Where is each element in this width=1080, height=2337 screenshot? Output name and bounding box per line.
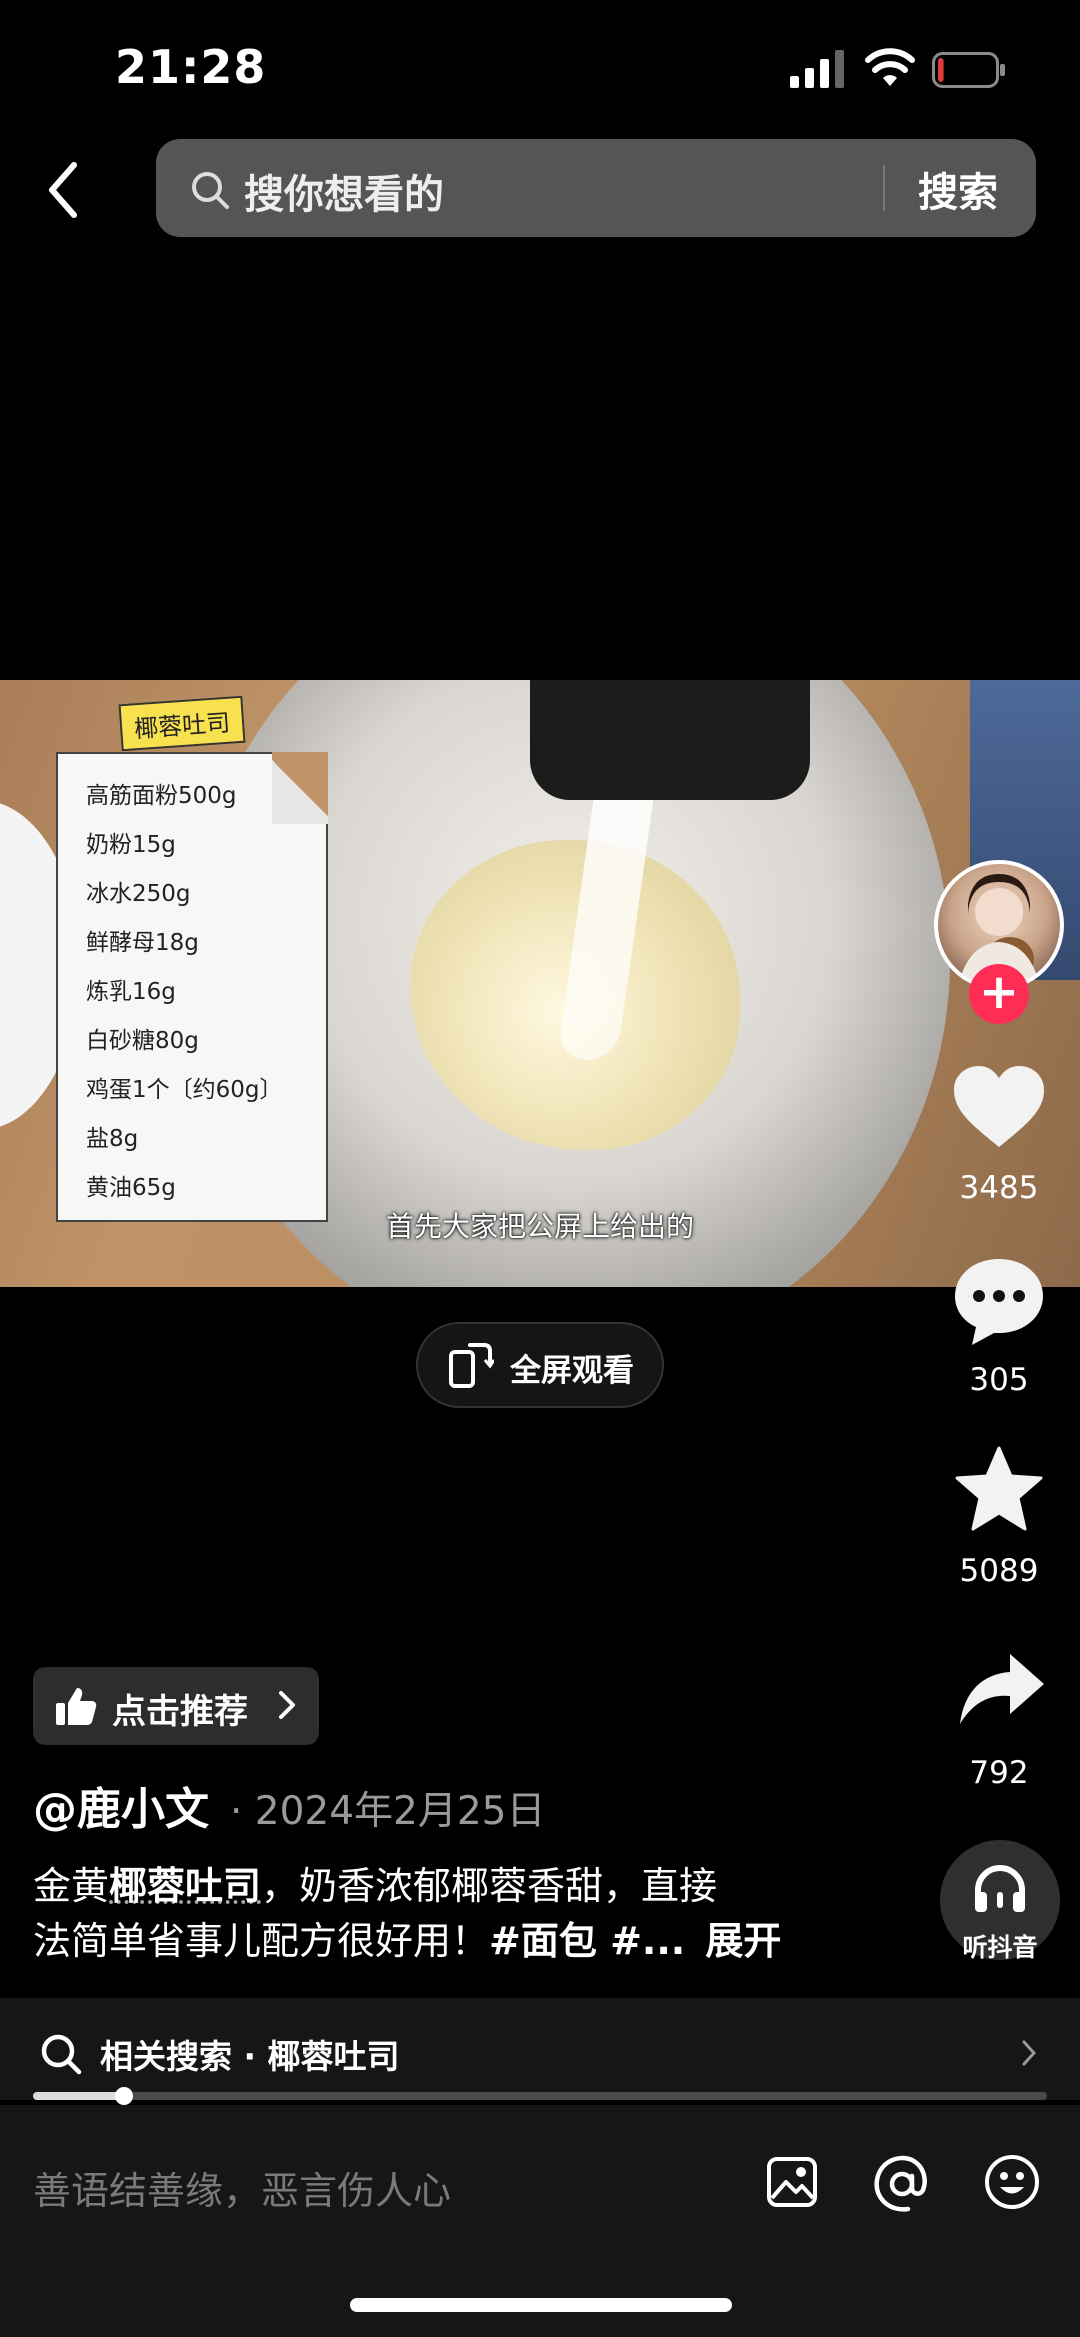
back-button[interactable] — [40, 155, 90, 225]
video-progress-fill — [33, 2092, 125, 2100]
comment-input[interactable]: 善语结善缘，恶言伤人心 — [33, 2160, 451, 2215]
chevron-right-icon — [279, 1691, 295, 1719]
author-name[interactable]: @鹿小文 — [33, 1773, 209, 1837]
comment-icon[interactable] — [952, 1255, 1046, 1349]
follow-button[interactable]: + — [969, 964, 1029, 1024]
video-subtitle: 首先大家把公屏上给出的 — [385, 1210, 694, 1243]
comment-count: 305 — [969, 1362, 1029, 1398]
headphones-icon — [975, 1865, 1025, 1912]
share-icon[interactable] — [958, 1652, 1046, 1728]
search-icon — [41, 2034, 82, 2075]
emoji-icon[interactable] — [984, 2154, 1040, 2210]
description-line-1: 金黄椰蓉吐司，奶香浓郁椰蓉香甜，直接 — [33, 1855, 717, 1910]
desc-text: 法简单省事儿配方很好用！ — [33, 1919, 490, 1963]
ingredient-item: 鲜酵母18g — [86, 930, 199, 956]
recipe-title-tag: 椰蓉吐司 — [118, 695, 246, 752]
fullscreen-label: 全屏观看 — [510, 1353, 634, 1389]
favorite-count: 5089 — [959, 1553, 1039, 1589]
ingredient-item: 盐8g — [86, 1126, 139, 1152]
search-button[interactable]: 搜索 — [918, 160, 998, 218]
post-date: · 2024年2月25日 — [230, 1789, 546, 1834]
ingredient-item: 白砂糖80g — [86, 1028, 199, 1054]
expand-button[interactable]: 展开 — [705, 1919, 781, 1963]
search-input[interactable]: 搜你想看的 — [244, 162, 444, 220]
status-time: 21:28 — [115, 40, 267, 94]
thumbs-up-icon — [56, 1688, 97, 1725]
desc-keyword-link[interactable]: 椰蓉吐司 — [109, 1864, 261, 1908]
ingredient-item: 黄油65g — [86, 1175, 176, 1201]
desc-text: 金黄 — [33, 1864, 110, 1908]
description-line-2: 法简单省事儿配方很好用！#面包 #... 展开 — [33, 1910, 781, 1965]
pouring-jug — [530, 680, 810, 800]
video-player[interactable]: 椰蓉吐司 高筋面粉500g 奶粉15g 冰水250g 鲜酵母18g 炼乳16g … — [0, 680, 1080, 1287]
star-icon[interactable] — [954, 1446, 1044, 1532]
video-progress-handle[interactable] — [115, 2087, 134, 2105]
image-icon[interactable] — [766, 2156, 818, 2208]
heart-icon[interactable] — [952, 1065, 1046, 1149]
rotate-screen-icon — [449, 1343, 494, 1388]
wifi-icon — [865, 48, 915, 86]
search-divider — [883, 165, 885, 211]
desc-text: ，奶香浓郁椰蓉香甜，直接 — [261, 1864, 718, 1908]
video-progress-bar[interactable] — [33, 2092, 1047, 2100]
related-search-label: 相关搜索 · 椰蓉吐司 — [100, 2037, 400, 2076]
ingredient-item: 高筋面粉500g — [86, 783, 237, 809]
signal-icon — [790, 50, 844, 88]
share-count: 792 — [969, 1755, 1029, 1791]
like-count: 3485 — [959, 1170, 1039, 1206]
ingredient-item: 鸡蛋1个〔约60g〕 — [86, 1077, 283, 1103]
home-indicator — [350, 2298, 732, 2312]
at-mention-icon[interactable] — [872, 2154, 932, 2214]
battery-icon — [932, 52, 1005, 88]
search-icon — [192, 172, 229, 209]
ingredient-item: 炼乳16g — [86, 979, 176, 1005]
chevron-right-icon — [1022, 2040, 1036, 2066]
listen-label: 听抖音 — [962, 1933, 1038, 1962]
recipe-card-fold — [272, 752, 328, 824]
ingredient-item: 奶粉15g — [86, 832, 176, 858]
ingredient-item: 冰水250g — [86, 881, 191, 907]
hashtag-link[interactable]: #面包 #... — [489, 1919, 685, 1963]
recommend-label: 点击推荐 — [112, 1692, 248, 1732]
